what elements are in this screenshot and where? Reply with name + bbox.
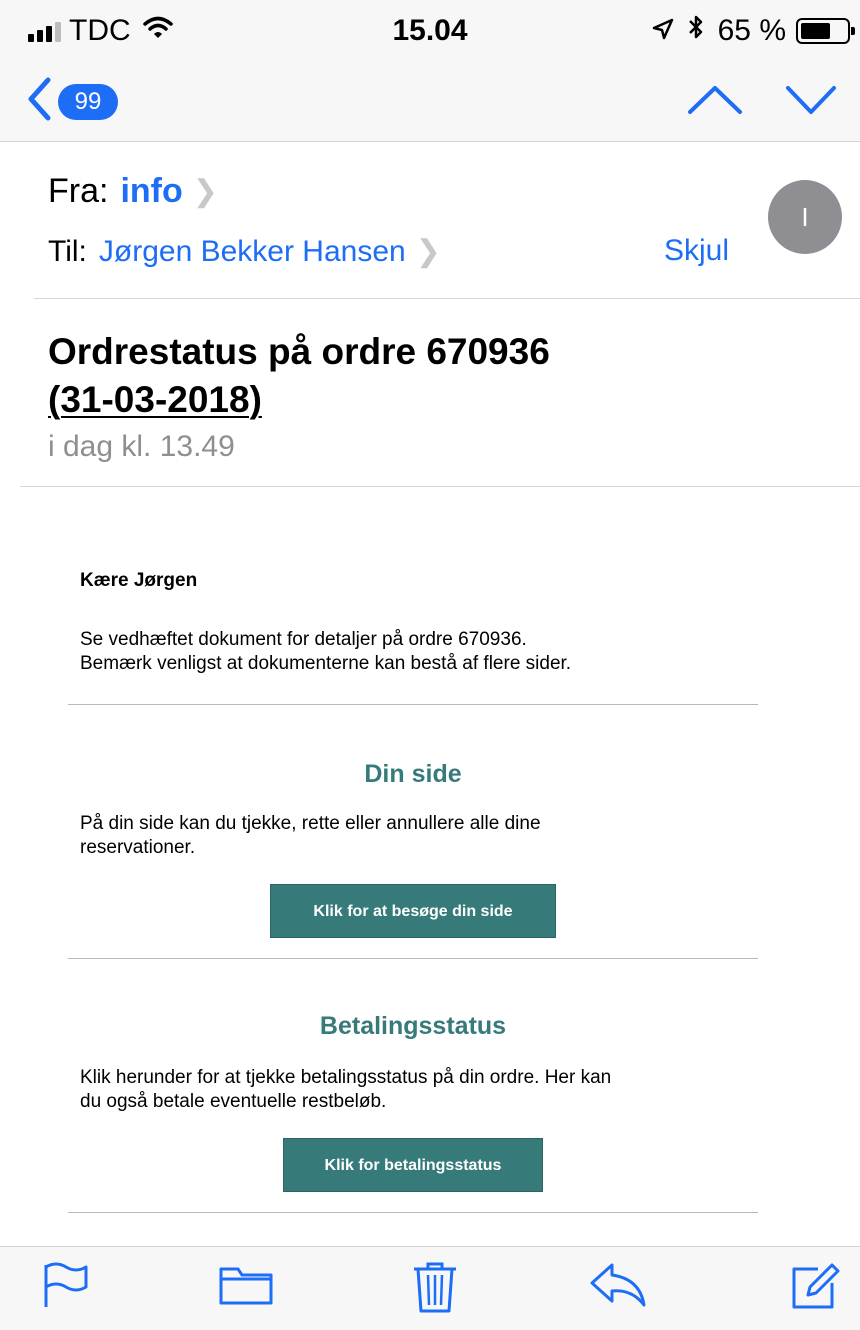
folder-icon[interactable]: [218, 1261, 274, 1314]
chevron-right-icon: ❯: [192, 175, 218, 208]
recipient-name[interactable]: Jørgen Bekker Hansen: [99, 235, 406, 269]
next-message-button[interactable]: [784, 82, 838, 121]
battery-icon: [796, 18, 855, 44]
compose-icon[interactable]: [790, 1261, 840, 1316]
reply-icon[interactable]: [588, 1261, 648, 1314]
from-label: Fra:: [48, 172, 109, 210]
message-date: i dag kl. 13.49: [48, 430, 235, 463]
status-bar: TDC 15.04 65 %: [0, 0, 860, 66]
section-divider: [68, 958, 758, 959]
section-divider: [68, 1212, 758, 1213]
header-divider: [34, 298, 860, 299]
battery-level: [801, 23, 830, 39]
message-header: Fra: info ❯ Til: Jørgen Bekker Hansen ❯ …: [0, 142, 860, 300]
paragraph-line: du også betale eventuelle restbeløb.: [80, 1091, 387, 1112]
to-row: Til: Jørgen Bekker Hansen ❯: [48, 234, 441, 269]
to-label: Til:: [48, 234, 87, 268]
status-right: 65 %: [652, 14, 855, 48]
bluetooth-icon: [688, 14, 704, 48]
battery-percentage: 65 %: [717, 14, 786, 47]
visit-your-page-button[interactable]: Klik for at besøge din side: [270, 884, 556, 938]
betalingsstatus-paragraph: Klik herunder for at tjekke betalingssta…: [80, 1066, 780, 1114]
subject-date-link[interactable]: (31-03-2018): [48, 376, 838, 424]
previous-message-button[interactable]: [686, 82, 744, 121]
subject-divider: [20, 486, 860, 487]
chevron-right-icon: ❯: [415, 235, 441, 268]
hide-details-link[interactable]: Skjul: [664, 234, 729, 268]
flag-icon[interactable]: [42, 1261, 92, 1314]
din-side-paragraph: På din side kan du tjekke, rette eller a…: [80, 812, 780, 860]
intro-line: Bemærk venligst at dokumenterne kan best…: [80, 653, 572, 674]
paragraph-line: Klik herunder for at tjekke betalingssta…: [80, 1067, 612, 1088]
paragraph-line: På din side kan du tjekke, rette eller a…: [80, 813, 541, 834]
chevron-up-icon: [686, 86, 744, 120]
trash-icon[interactable]: [412, 1261, 458, 1318]
section-title-betalingsstatus: Betalingsstatus: [319, 1012, 507, 1040]
greeting: Kære Jørgen: [80, 570, 198, 591]
unread-count-badge: 99: [58, 83, 118, 120]
chevron-left-icon: [26, 76, 52, 127]
subject-text: Ordrestatus på ordre 670936: [48, 331, 550, 372]
intro-line: Se vedhæftet dokument for detaljer på or…: [80, 629, 527, 650]
from-row: Fra: info ❯: [48, 172, 218, 211]
subject-line: Ordrestatus på ordre 670936 (31-03-2018): [48, 328, 838, 424]
section-title-din-side: Din side: [364, 760, 462, 788]
navigation-bar: 99: [0, 66, 860, 142]
subject-block: Ordrestatus på ordre 670936 (31-03-2018)…: [48, 328, 838, 464]
section-divider: [68, 704, 758, 705]
chevron-down-icon: [784, 86, 838, 120]
payment-status-button[interactable]: Klik for betalingsstatus: [283, 1138, 543, 1192]
sender-avatar: I: [768, 180, 842, 254]
bottom-toolbar: [0, 1246, 860, 1330]
back-button[interactable]: 99: [26, 76, 118, 127]
sender-name[interactable]: info: [120, 172, 182, 211]
intro-paragraph: Se vedhæftet dokument for detaljer på or…: [80, 628, 780, 676]
paragraph-line: reservationer.: [80, 837, 196, 858]
location-arrow-icon: [652, 14, 674, 48]
